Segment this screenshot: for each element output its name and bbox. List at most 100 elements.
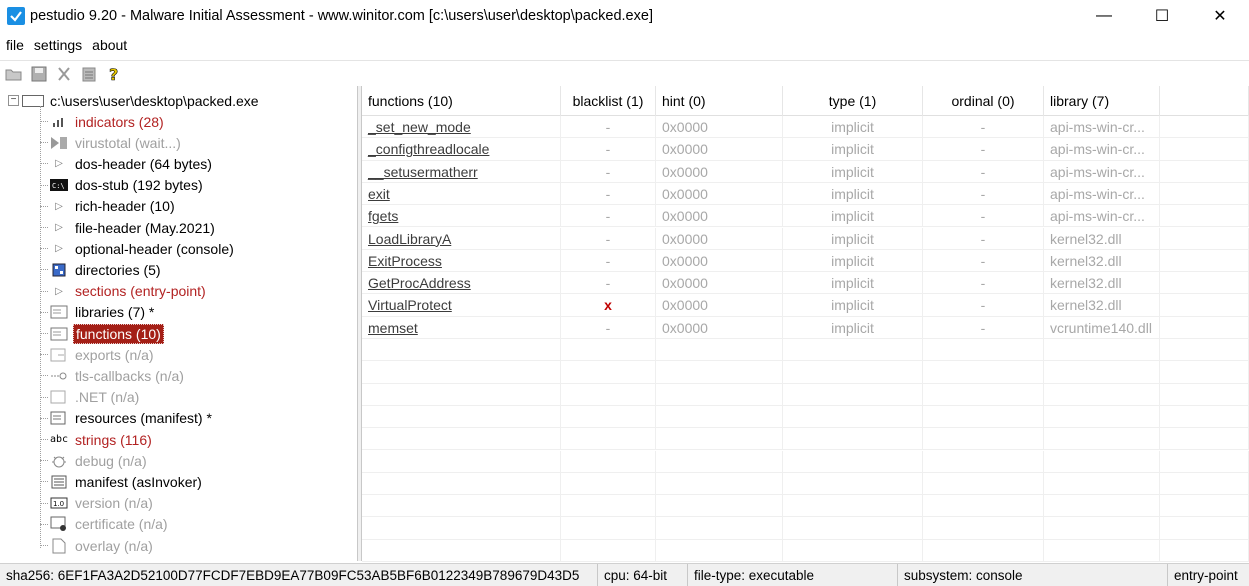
tree-item-libraries[interactable]: libraries (7) * xyxy=(40,302,156,323)
tree-item-dos-stub[interactable]: C:\ dos-stub (192 bytes) xyxy=(40,175,205,196)
tree-item-overlay[interactable]: overlay (n/a) xyxy=(40,535,155,556)
table-row[interactable]: GetProcAddress -0x0000 implicit - kernel32.d… xyxy=(362,272,1249,295)
table-row[interactable]: _set_new_mode -0x0000 implicit - api-ms-win-… xyxy=(362,116,1249,139)
table-row[interactable]: memset -0x0000 implicit - vcruntime140.dll xyxy=(362,316,1249,339)
cell-type: implicit xyxy=(783,205,923,228)
tree-item-functions[interactable]: functions (10) xyxy=(40,323,164,344)
cell-type xyxy=(783,405,923,428)
tree-item-debug[interactable]: debug (n/a) xyxy=(40,450,149,471)
tree-root-label: c:\users\user\desktop\packed.exe xyxy=(50,92,259,109)
tree-item-net[interactable]: .NET (n/a) xyxy=(40,387,141,408)
table-row[interactable]: VirtualProtect x 0x0000 implicit - kernel32.d… xyxy=(362,294,1249,317)
tree-item-indicators[interactable]: indicators (28) xyxy=(40,111,166,132)
tree-item-sections[interactable]: ▷ sections (entry-point) xyxy=(40,281,208,302)
cell-blacklist: - xyxy=(561,116,656,138)
column-header-ordinal[interactable]: ordinal (0) xyxy=(923,86,1044,116)
cell-type xyxy=(783,383,923,406)
cell-ordinal: - xyxy=(923,294,1044,317)
cut-icon[interactable] xyxy=(53,63,75,85)
tree-item-label: .NET (n/a) xyxy=(75,389,140,406)
table-row xyxy=(362,339,1249,362)
tree-item-version[interactable]: 1.0 version (n/a) xyxy=(40,493,155,514)
minimize-button[interactable]: — xyxy=(1075,0,1133,32)
key-icon xyxy=(48,367,70,385)
cell-empty xyxy=(1160,539,1249,562)
tree-root[interactable]: − c:\users\user\desktop\packed.exe xyxy=(8,90,259,111)
table-row[interactable]: fgets -0x0000 implicit - api-ms-win-cr... xyxy=(362,205,1249,228)
tree-item-label: sections (entry-point) xyxy=(75,283,206,300)
cell-function xyxy=(362,495,561,518)
menu-about[interactable]: about xyxy=(92,37,127,53)
cell-library: api-ms-win-cr... xyxy=(1044,138,1160,161)
cell-function[interactable]: ExitProcess xyxy=(362,249,561,272)
table-row[interactable]: _configthreadlocale -0x0000 implicit - api-m… xyxy=(362,138,1249,161)
tree-item-certificate[interactable]: certificate (n/a) xyxy=(40,514,170,535)
cell-empty xyxy=(1160,205,1249,228)
cell-library xyxy=(1044,428,1160,451)
cell-empty xyxy=(1160,294,1249,317)
cell-function[interactable]: exit xyxy=(362,182,561,205)
expand-arrow-icon: ▷ xyxy=(55,158,63,170)
tree-connector xyxy=(40,290,48,292)
open-folder-icon[interactable] xyxy=(3,63,25,85)
menu-file[interactable]: file xyxy=(6,37,24,53)
version-icon: 1.0 xyxy=(48,494,70,512)
cell-library xyxy=(1044,450,1160,473)
column-header-library[interactable]: library (7) xyxy=(1044,86,1160,116)
tree-item-virustotal[interactable]: virustotal (wait...) xyxy=(40,132,183,153)
cell-library: kernel32.dll xyxy=(1044,227,1160,250)
table-row[interactable]: ExitProcess -0x0000 implicit - kernel32.dll xyxy=(362,249,1249,273)
column-header-functions[interactable]: functions (10) xyxy=(362,86,561,116)
cell-function[interactable]: memset xyxy=(362,316,561,339)
cell-blacklist xyxy=(561,383,656,406)
help-icon[interactable]: ? xyxy=(103,63,125,85)
cell-function[interactable]: VirtualProtect xyxy=(362,294,561,317)
blacklist-mark: x xyxy=(604,297,612,314)
tree-item-exports[interactable]: exports (n/a) xyxy=(40,344,156,365)
tree-connector xyxy=(40,121,48,122)
tree-item-strings[interactable]: abc strings (116) xyxy=(40,429,154,450)
tree-item-dos-header[interactable]: ▷ dos-header (64 bytes) xyxy=(40,153,214,174)
column-header-hint[interactable]: hint (0) xyxy=(656,86,783,116)
tree-item-label: resources (manifest) * xyxy=(75,410,212,427)
tree-item-optional-header[interactable]: ▷ optional-header (console) xyxy=(40,238,236,259)
tree-item-directories[interactable]: directories (5) xyxy=(40,259,163,280)
cell-hint: 0x0000 xyxy=(656,249,783,272)
column-header-blacklist[interactable]: blacklist (1) xyxy=(561,86,656,116)
cell-function[interactable]: fgets xyxy=(362,205,561,228)
cell-type: implicit xyxy=(783,138,923,161)
cell-ordinal xyxy=(923,539,1044,562)
clipboard-icon[interactable] xyxy=(78,63,100,85)
tree-connector xyxy=(40,502,48,504)
cell-empty xyxy=(1160,472,1249,495)
table-header: functions (10) blacklist (1) hint (0) ty… xyxy=(362,86,1249,116)
tree-item-file-header[interactable]: ▷ file-header (May.2021) xyxy=(40,217,217,238)
cell-function[interactable]: __setusermatherr xyxy=(362,160,561,183)
tree-item-rich-header[interactable]: ▷ rich-header (10) xyxy=(40,196,177,217)
column-header-type[interactable]: type (1) xyxy=(783,86,923,116)
cell-ordinal: - xyxy=(923,249,1044,272)
close-button[interactable]: ✕ xyxy=(1191,0,1249,32)
table-row[interactable]: exit -0x0000 implicit - api-ms-win-cr... xyxy=(362,182,1249,206)
tree-connector xyxy=(40,163,48,165)
cell-empty xyxy=(1160,182,1249,205)
tree-item-manifest[interactable]: manifest (asInvoker) xyxy=(40,471,204,492)
cell-empty xyxy=(1160,517,1249,540)
cell-function[interactable]: LoadLibraryA xyxy=(362,227,561,250)
table-row[interactable]: LoadLibraryA -0x0000 implicit - kernel32.dll xyxy=(362,227,1249,250)
tree-item-resources[interactable]: resources (manifest) * xyxy=(40,408,214,429)
save-icon[interactable] xyxy=(28,63,50,85)
menu-settings[interactable]: settings xyxy=(34,37,82,53)
table-row[interactable]: __setusermatherr -0x0000 implicit - api-ms-w… xyxy=(362,160,1249,183)
cell-function[interactable]: _set_new_mode xyxy=(362,116,561,138)
collapse-icon[interactable]: − xyxy=(8,95,19,106)
cell-function[interactable]: _configthreadlocale xyxy=(362,138,561,161)
tree-item-tls-callbacks[interactable]: tls-callbacks (n/a) xyxy=(40,365,186,386)
menu-bar: file settings about xyxy=(0,34,131,56)
maximize-button[interactable]: ☐ xyxy=(1133,0,1191,32)
cell-blacklist xyxy=(561,339,656,361)
executable-file-icon xyxy=(22,94,44,107)
cell-function[interactable]: GetProcAddress xyxy=(362,272,561,295)
tree-connector xyxy=(40,227,48,228)
cell-blacklist: - xyxy=(561,272,656,295)
